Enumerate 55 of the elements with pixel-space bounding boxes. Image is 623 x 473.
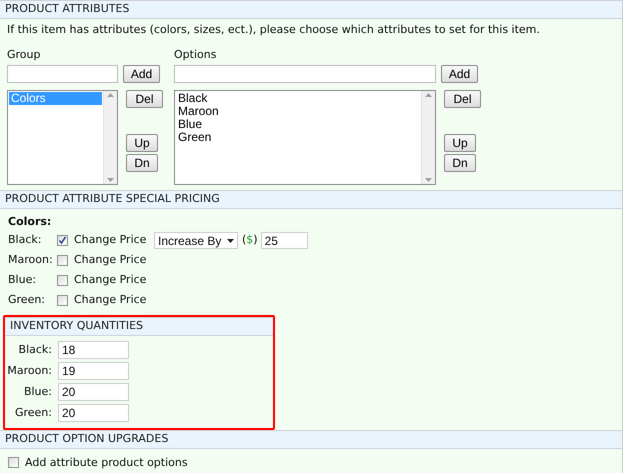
name-field[interactable] xyxy=(7,64,118,82)
checkbox[interactable] xyxy=(57,235,68,246)
quantity-field[interactable]: 19 xyxy=(58,362,129,380)
quantity-field[interactable]: 20 xyxy=(58,404,129,422)
group-label: Colors: xyxy=(8,214,52,228)
scroll-down-icon[interactable] xyxy=(107,178,114,182)
scrollbar[interactable] xyxy=(421,90,435,184)
row-label: Blue: xyxy=(8,272,38,288)
delete-button[interactable]: Del xyxy=(444,90,481,108)
list-item[interactable]: Green xyxy=(176,130,420,144)
list-item[interactable]: Maroon xyxy=(176,104,420,118)
delete-button[interactable]: Del xyxy=(126,90,163,108)
row-label: Maroon: xyxy=(6,362,52,379)
name-field[interactable] xyxy=(174,64,436,82)
row-label: Green: xyxy=(8,292,46,308)
scroll-down-icon[interactable] xyxy=(425,178,432,182)
quantity-field[interactable]: 20 xyxy=(58,383,129,401)
row-label: Maroon: xyxy=(8,252,54,268)
checkbox-label: Add attribute product options xyxy=(25,454,188,470)
quantity-field[interactable]: 18 xyxy=(58,341,129,359)
caret-icon xyxy=(227,238,234,242)
checkbox[interactable] xyxy=(57,275,68,286)
checkbox-label: Change Price xyxy=(74,252,148,268)
up-button[interactable]: Up xyxy=(126,134,158,152)
section-header: PRODUCT ATTRIBUTES xyxy=(0,0,622,19)
row-label: Black: xyxy=(8,232,42,248)
intro-text: If this item has attributes (colors, sizes, ect.), please choose which attributes to set for this item. xyxy=(7,22,541,38)
price-mode-dropdown[interactable]: Increase By xyxy=(154,232,238,249)
add-button[interactable]: Add xyxy=(123,64,160,82)
scroll-up-icon[interactable] xyxy=(107,92,114,96)
column-label: Options xyxy=(174,46,218,60)
down-button[interactable]: Dn xyxy=(444,154,476,172)
checkbox-label: Change Price xyxy=(74,292,148,308)
row-label: Blue: xyxy=(22,384,52,400)
list-item[interactable]: Black xyxy=(176,92,420,104)
checkbox[interactable] xyxy=(57,295,68,306)
column-label: Group xyxy=(7,46,42,60)
down-button[interactable]: Dn xyxy=(126,154,158,172)
list-item[interactable]: Blue xyxy=(176,118,420,130)
checkbox[interactable] xyxy=(8,457,19,468)
checkbox-label: Change Price xyxy=(74,232,148,248)
up-button[interactable]: Up xyxy=(444,134,476,152)
list-box[interactable]: Black Maroon Blue Green xyxy=(174,90,436,184)
scroll-up-icon[interactable] xyxy=(425,92,432,96)
row-label: Green: xyxy=(14,404,52,421)
currency-label: ($) xyxy=(242,232,258,248)
scrollbar[interactable] xyxy=(103,90,117,184)
section-header: INVENTORY QUANTITIES xyxy=(5,316,273,336)
checkbox-label: Change Price xyxy=(74,272,148,288)
section-header: PRODUCT ATTRIBUTE SPECIAL PRICING xyxy=(0,190,622,208)
row-label: Black: xyxy=(18,342,52,358)
section-header: PRODUCT OPTION UPGRADES xyxy=(0,430,622,448)
add-button[interactable]: Add xyxy=(441,64,478,82)
amount-field[interactable]: 25 xyxy=(260,232,308,249)
checkbox[interactable] xyxy=(57,255,68,266)
